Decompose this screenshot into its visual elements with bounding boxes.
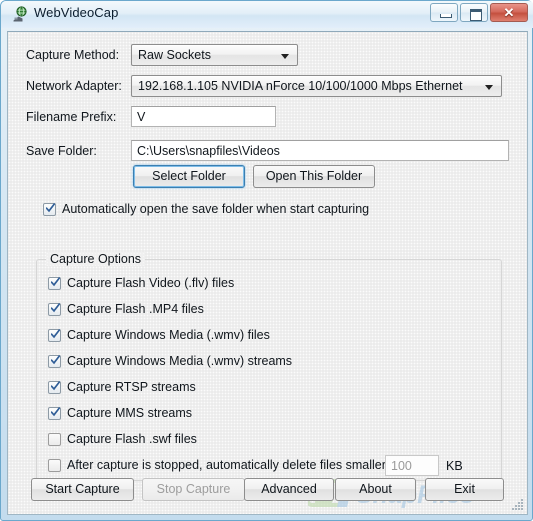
filename-prefix-label: Filename Prefix: bbox=[26, 110, 117, 124]
checkbox-box bbox=[48, 303, 61, 316]
stop-capture-button[interactable]: Stop Capture bbox=[142, 478, 245, 501]
option-label: Capture Windows Media (.wmv) files bbox=[67, 328, 270, 342]
close-icon: ✕ bbox=[503, 5, 515, 20]
checkbox-box bbox=[48, 329, 61, 342]
webcam-globe-icon bbox=[13, 6, 27, 22]
advanced-button[interactable]: Advanced bbox=[244, 478, 334, 501]
network-adapter-combo[interactable]: 192.168.1.105 NVIDIA nForce 10/100/1000 … bbox=[131, 75, 502, 97]
about-button[interactable]: About bbox=[335, 478, 416, 501]
save-folder-value: C:\Users\snapfiles\Videos bbox=[137, 144, 280, 158]
exit-button[interactable]: Exit bbox=[425, 478, 504, 501]
application-window: WebVideoCap ✕ Capture Method: Raw Socket… bbox=[0, 0, 533, 521]
delete-size-unit-label: KB bbox=[446, 459, 463, 473]
minimize-icon bbox=[440, 14, 452, 18]
checkbox-box bbox=[48, 381, 61, 394]
resize-grip-icon[interactable] bbox=[510, 497, 524, 511]
auto-open-folder-label: Automatically open the save folder when … bbox=[62, 202, 370, 216]
save-folder-label: Save Folder: bbox=[26, 144, 97, 158]
close-button[interactable]: ✕ bbox=[490, 3, 528, 22]
minimize-button[interactable] bbox=[430, 3, 458, 22]
maximize-button[interactable] bbox=[460, 3, 488, 22]
delete-small-files-label: After capture is stopped, automatically … bbox=[67, 458, 418, 472]
capture-method-combo[interactable]: Raw Sockets bbox=[131, 44, 298, 66]
checkmark-icon bbox=[51, 277, 60, 287]
option-label: Capture Flash Video (.flv) files bbox=[67, 276, 235, 290]
start-capture-button[interactable]: Start Capture bbox=[31, 478, 134, 501]
checkbox-box bbox=[48, 407, 61, 420]
checkbox-box bbox=[48, 355, 61, 368]
checkmark-icon bbox=[51, 381, 60, 391]
select-folder-button[interactable]: Select Folder bbox=[133, 165, 245, 188]
option-label: Capture Windows Media (.wmv) streams bbox=[67, 354, 293, 368]
chevron-down-icon bbox=[485, 85, 493, 90]
open-this-folder-button[interactable]: Open This Folder bbox=[253, 165, 375, 188]
delete-size-input[interactable]: 100 bbox=[385, 455, 439, 476]
capture-options-legend: Capture Options bbox=[46, 252, 145, 266]
capture-method-label: Capture Method: bbox=[26, 48, 120, 62]
option-label: Capture Flash .MP4 files bbox=[67, 302, 204, 316]
window-title: WebVideoCap bbox=[34, 5, 119, 20]
maximize-icon bbox=[470, 9, 482, 21]
checkmark-icon bbox=[51, 355, 60, 365]
capture-options-group bbox=[36, 259, 502, 481]
option-label: Capture MMS streams bbox=[67, 406, 193, 420]
filename-prefix-input[interactable]: V bbox=[131, 106, 276, 127]
chevron-down-icon bbox=[281, 54, 289, 59]
client-area: Capture Method: Raw Sockets Network Adap… bbox=[7, 31, 528, 515]
checkmark-icon bbox=[51, 407, 60, 417]
option-label: Capture RTSP streams bbox=[67, 380, 196, 394]
checkbox-box bbox=[48, 459, 61, 472]
save-folder-input[interactable]: C:\Users\snapfiles\Videos bbox=[131, 140, 509, 161]
checkbox-box bbox=[43, 203, 56, 216]
network-adapter-value: 192.168.1.105 NVIDIA nForce 10/100/1000 … bbox=[138, 79, 463, 93]
capture-method-value: Raw Sockets bbox=[138, 48, 211, 62]
network-adapter-label: Network Adapter: bbox=[26, 79, 122, 93]
delete-size-value: 100 bbox=[391, 459, 412, 473]
checkmark-icon bbox=[46, 203, 55, 213]
checkmark-icon bbox=[51, 303, 60, 313]
checkbox-box bbox=[48, 277, 61, 290]
checkbox-box bbox=[48, 433, 61, 446]
filename-prefix-value: V bbox=[137, 110, 146, 124]
checkmark-icon bbox=[51, 329, 60, 339]
title-bar[interactable]: WebVideoCap ✕ bbox=[1, 1, 533, 28]
option-label: Capture Flash .swf files bbox=[67, 432, 197, 446]
